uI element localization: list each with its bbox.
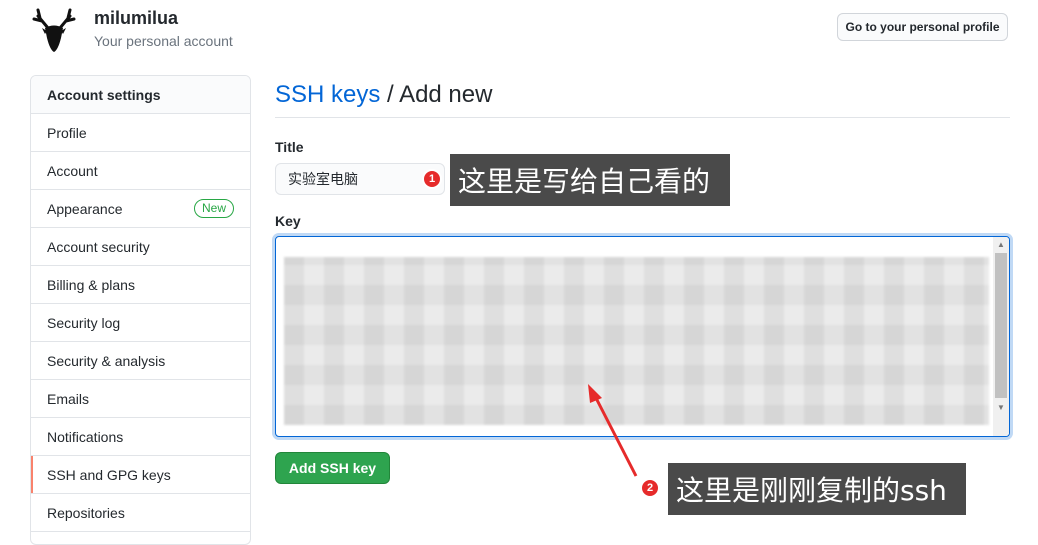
sidebar-item-label: SSH and GPG keys [47, 466, 171, 483]
sidebar-item-label: Notifications [47, 428, 124, 445]
scroll-up-arrow-icon[interactable]: ▲ [996, 240, 1006, 249]
sidebar-item-label: Security log [47, 314, 121, 331]
settings-sidebar: Account settings Profile Account Appeara… [30, 75, 251, 545]
annotation-label-2: 这里是刚刚复制的ssh [668, 463, 966, 515]
new-badge: New [193, 199, 234, 218]
deer-avatar-icon [32, 8, 76, 52]
breadcrumb-ssh-keys-link[interactable]: SSH keys [275, 81, 380, 108]
sidebar-item-label: Appearance [47, 200, 123, 217]
key-field-label: Key [275, 213, 301, 229]
redacted-key-content [284, 257, 989, 425]
sidebar-item-appearance[interactable]: Appearance New [31, 190, 250, 228]
title-input[interactable]: 实验室电脑 [275, 163, 445, 195]
scroll-down-arrow-icon[interactable]: ▼ [996, 403, 1006, 412]
breadcrumb-separator: / [380, 81, 400, 108]
sidebar-item-account[interactable]: Account [31, 152, 250, 190]
annotation-label-1: 这里是写给自己看的 [450, 154, 730, 206]
title-divider [275, 117, 1010, 118]
sidebar-item-profile[interactable]: Profile [31, 114, 250, 152]
sidebar-item-notifications[interactable]: Notifications [31, 418, 250, 456]
annotation-marker-2: 2 [640, 478, 660, 498]
sidebar-item-security-log[interactable]: Security log [31, 304, 250, 342]
sidebar-item-repositories[interactable]: Repositories [31, 494, 250, 532]
account-name: milumilua [94, 8, 179, 28]
title-field-label: Title [275, 139, 304, 155]
annotation-marker-1: 1 [422, 169, 442, 189]
add-ssh-key-button[interactable]: Add SSH key [275, 452, 390, 484]
sidebar-item-label: Profile [47, 124, 87, 141]
sidebar-item-account-security[interactable]: Account security [31, 228, 250, 266]
account-subtitle: Your personal account [94, 33, 233, 49]
page-title: SSH keys / Add new [275, 81, 492, 109]
textarea-scrollbar[interactable]: ▲ ▼ [993, 237, 1009, 436]
sidebar-item-ssh-gpg-keys[interactable]: SSH and GPG keys [31, 456, 250, 494]
sidebar-item-emails[interactable]: Emails [31, 380, 250, 418]
scroll-thumb[interactable] [995, 253, 1007, 398]
sidebar-item-billing[interactable]: Billing & plans [31, 266, 250, 304]
sidebar-header: Account settings [31, 76, 250, 114]
sidebar-item-security-analysis[interactable]: Security & analysis [31, 342, 250, 380]
sidebar-item-label: Account [47, 162, 98, 179]
key-textarea[interactable]: ▲ ▼ [275, 236, 1010, 437]
sidebar-item-label: Security & analysis [47, 352, 166, 369]
sidebar-item-label: Account security [47, 238, 150, 255]
sidebar-item-label: Emails [47, 390, 90, 407]
sidebar-item-label: Repositories [47, 504, 125, 521]
page-title-text: Add new [399, 81, 493, 108]
sidebar-item-label: Billing & plans [47, 276, 135, 293]
go-to-profile-button[interactable]: Go to your personal profile [837, 13, 1008, 41]
